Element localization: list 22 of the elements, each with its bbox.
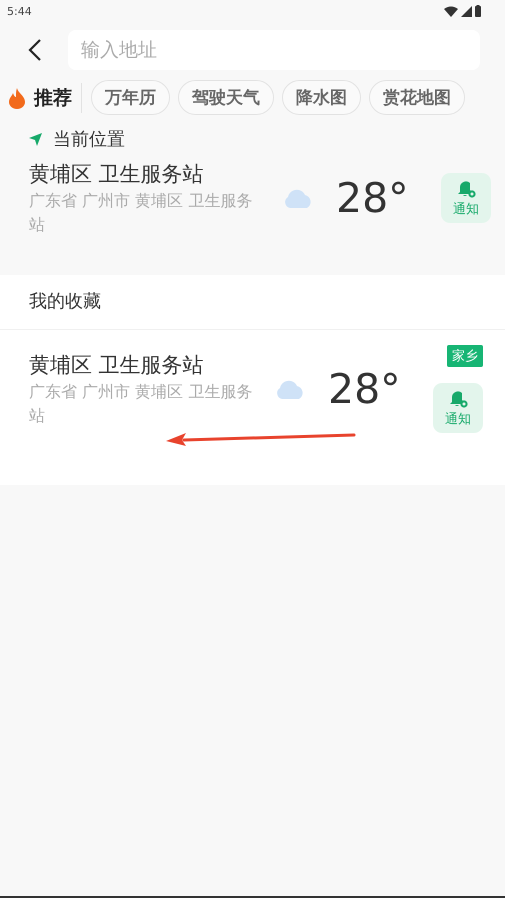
back-icon <box>28 38 42 62</box>
flame-icon <box>8 86 26 108</box>
location-name: 黄埔区 卫生服务站 <box>29 352 205 379</box>
temperature: 28° <box>336 174 410 222</box>
location-name: 黄埔区 卫生服务站 <box>29 161 205 188</box>
section-title: 当前位置 <box>53 128 125 151</box>
shortcut-chip[interactable]: 赏花地图 <box>369 80 465 115</box>
location-arrow-icon <box>29 132 42 146</box>
recommend-label[interactable]: 推荐 <box>34 84 72 110</box>
location-address: 广东省 广州市 黄埔区 卫生服务站 <box>29 381 254 427</box>
shortcut-chip[interactable]: 驾驶天气 <box>178 80 274 115</box>
wifi-icon <box>444 6 458 16</box>
battery-icon <box>475 5 481 17</box>
status-time: 5:44 <box>7 4 32 18</box>
shortcut-chip[interactable]: 降水图 <box>282 80 361 115</box>
signal-icon <box>461 6 472 16</box>
search-field[interactable]: 输入地址 <box>68 30 480 70</box>
temperature: 28° <box>328 365 402 413</box>
section-title: 我的收藏 <box>0 275 505 330</box>
shortcut-chip[interactable]: 万年历 <box>91 80 170 115</box>
hometown-tag: 家乡 <box>447 345 483 367</box>
location-address: 广东省 广州市 黄埔区 卫生服务站 <box>29 190 254 236</box>
